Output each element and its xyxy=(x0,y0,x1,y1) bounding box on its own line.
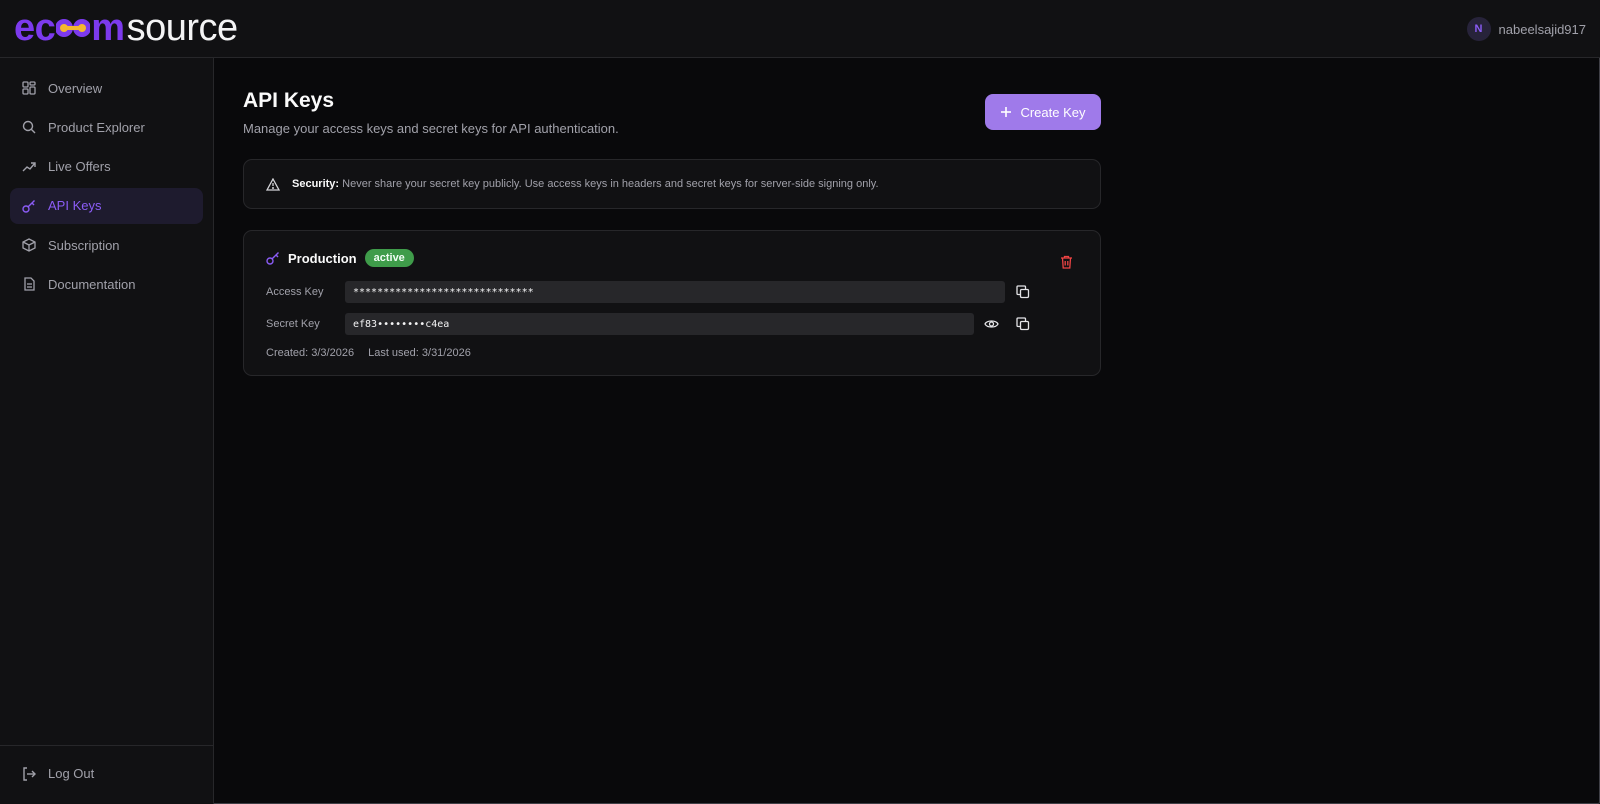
security-notice: Security: Never share your secret key pu… xyxy=(243,159,1101,209)
api-key-card: Production active Access Key ***********… xyxy=(243,230,1101,376)
sidebar-item-label: Documentation xyxy=(48,276,136,292)
security-message: Never share your secret key publicly. Us… xyxy=(342,178,879,190)
secret-key-row: Secret Key ef83••••••••c4ea xyxy=(266,313,974,335)
sidebar-item-label: Product Explorer xyxy=(48,119,145,135)
delete-key-button[interactable] xyxy=(1060,255,1073,274)
logout-button[interactable]: Log Out xyxy=(22,766,94,781)
page-subtitle: Manage your access keys and secret keys … xyxy=(243,121,619,136)
brand-logo-left: ec xyxy=(14,7,56,49)
brand-logo-tail: m xyxy=(91,7,125,49)
copy-secret-key-button[interactable] xyxy=(1014,315,1032,333)
username: nabeelsajid917 xyxy=(1498,21,1586,37)
sidebar-item-subscription[interactable]: Subscription xyxy=(10,227,203,263)
sidebar-item-label: Subscription xyxy=(48,237,120,253)
create-key-button[interactable]: Create Key xyxy=(985,94,1101,130)
key-icon xyxy=(266,252,279,265)
reveal-secret-key-button[interactable] xyxy=(982,315,1000,333)
security-label: Security: xyxy=(292,178,340,190)
security-text: Security: Never share your secret key pu… xyxy=(292,178,879,190)
brand-logo-link-icon xyxy=(56,15,91,41)
warning-icon xyxy=(266,177,280,191)
secret-key-label: Secret Key xyxy=(266,318,320,330)
sidebar-item-documentation[interactable]: Documentation xyxy=(10,266,203,302)
sidebar-item-product-explorer[interactable]: Product Explorer xyxy=(10,109,203,145)
secret-key-field[interactable]: ef83••••••••c4ea xyxy=(345,313,974,335)
sidebar-item-live-offers[interactable]: Live Offers xyxy=(10,149,203,185)
box-icon xyxy=(22,238,36,252)
copy-icon xyxy=(1016,317,1030,331)
brand-logo[interactable]: ec m source xyxy=(14,6,238,50)
sidebar-item-api-keys[interactable]: API Keys xyxy=(10,187,203,224)
sidebar-footer: Log Out xyxy=(0,745,213,804)
avatar[interactable]: N xyxy=(1466,17,1491,41)
key-header: Production active xyxy=(266,249,414,267)
sidebar-nav: Overview Product Explorer Live Offers AP… xyxy=(10,70,203,306)
created-date: Created: 3/3/2026 xyxy=(266,347,355,359)
create-key-label: Create Key xyxy=(1020,104,1086,120)
trash-icon xyxy=(1061,255,1072,269)
sidebar-item-label: Overview xyxy=(48,80,103,96)
sidebar-item-label: API Keys xyxy=(48,198,102,214)
page-title: API Keys xyxy=(243,89,335,112)
key-meta: Created: 3/3/2026 Last used: 3/31/2026 xyxy=(266,347,471,359)
logout-icon xyxy=(23,766,36,781)
copy-icon xyxy=(1016,285,1030,299)
access-key-label: Access Key xyxy=(266,286,324,298)
search-icon xyxy=(22,121,36,134)
plus-icon xyxy=(1001,107,1012,117)
eye-icon xyxy=(983,320,999,328)
sidebar: Overview Product Explorer Live Offers AP… xyxy=(0,58,214,804)
logout-label: Log Out xyxy=(48,766,95,781)
key-icon xyxy=(22,199,35,213)
sidebar-item-label: Live Offers xyxy=(48,159,111,175)
user-menu[interactable]: N nabeelsajid917 xyxy=(1466,17,1586,41)
sidebar-item-overview[interactable]: Overview xyxy=(10,70,203,106)
access-key-field[interactable]: ****************************** xyxy=(345,281,1005,303)
document-icon xyxy=(24,277,35,292)
top-bar: ec m source N nabeelsajid917 xyxy=(0,0,1600,58)
trending-up-icon xyxy=(22,161,36,172)
brand-logo-right: source xyxy=(126,7,239,49)
copy-access-key-button[interactable] xyxy=(1014,283,1032,301)
last-used-date: Last used: 3/31/2026 xyxy=(368,347,471,359)
status-badge: active xyxy=(364,249,414,267)
grid-icon xyxy=(22,81,36,95)
window-frame xyxy=(0,0,1600,804)
key-name: Production xyxy=(288,250,357,266)
access-key-row: Access Key *****************************… xyxy=(266,281,1005,303)
